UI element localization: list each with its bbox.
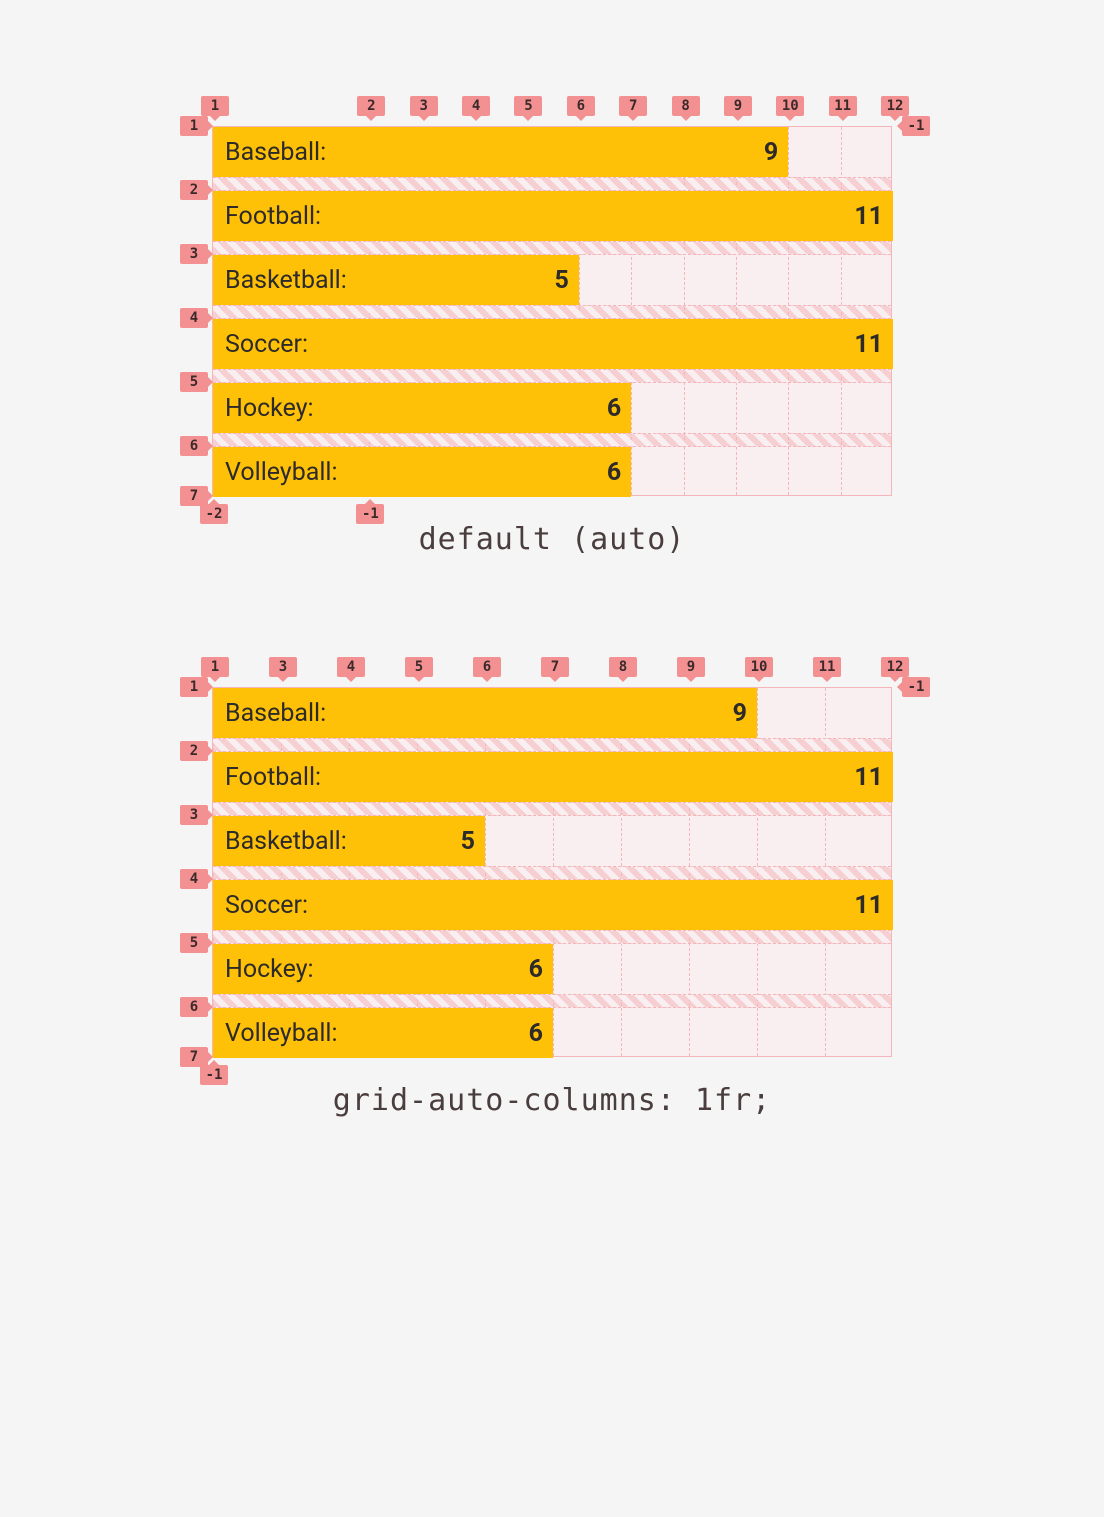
- bar-row: Basketball: 5: [213, 816, 485, 866]
- grid-line-badge: 1: [180, 677, 208, 697]
- grid-line-badge: 7: [180, 486, 208, 506]
- grid-row-gap: [213, 369, 891, 383]
- grid-line-badge: 5: [180, 933, 208, 953]
- grid-line-badge: 12: [881, 96, 909, 116]
- bar-label: Basketball:: [225, 266, 347, 295]
- grid-line-badge: 6: [473, 657, 501, 677]
- grid-line-badge: 1: [201, 96, 229, 116]
- bar-row: Soccer: 11: [213, 880, 893, 930]
- grid-line-badge: 4: [180, 869, 208, 889]
- grid-line-badge: 3: [410, 96, 438, 116]
- bar-label: Hockey:: [225, 394, 314, 423]
- bar-value: 5: [461, 827, 475, 856]
- grid-line-badge: -1: [200, 1065, 228, 1085]
- grid-line-badge: 9: [677, 657, 705, 677]
- bar-row: Basketball: 5: [213, 255, 579, 305]
- grid-line-badge: 3: [180, 244, 208, 264]
- bar-label: Hockey:: [225, 955, 314, 984]
- grid-line-badge: -1: [902, 677, 930, 697]
- grid-line-badge: 1: [180, 116, 208, 136]
- bar-value: 6: [529, 955, 543, 984]
- grid-line-badge: -2: [200, 504, 228, 524]
- bar-row: Hockey: 6: [213, 383, 631, 433]
- grid-row-gap: [213, 433, 891, 447]
- grid-line-badge: 2: [180, 741, 208, 761]
- bar-label: Volleyball:: [225, 458, 338, 487]
- grid-line-badge: 5: [405, 657, 433, 677]
- diagram-1fr: Baseball: 9 Football: 11 Basketball: 5 Soccer:…: [212, 687, 892, 1057]
- caption-default-auto: default (auto): [0, 522, 1104, 557]
- diagram-default-auto: Baseball: 9 Football: 11 Basketball: 5 Soccer:…: [212, 126, 892, 496]
- grid-line-badge: 9: [724, 96, 752, 116]
- grid-line-badge: 7: [180, 1047, 208, 1067]
- bar-value: 9: [733, 699, 747, 728]
- bar-row: Volleyball: 6: [213, 1008, 553, 1058]
- bar-row: Football: 11: [213, 752, 893, 802]
- grid-line-badge: 1: [201, 657, 229, 677]
- grid-line-badge: 6: [180, 997, 208, 1017]
- bar-row: Football: 11: [213, 191, 893, 241]
- grid-row-gap: [213, 305, 891, 319]
- grid-row-gap: [213, 930, 891, 944]
- bar-value: 11: [854, 763, 883, 792]
- bar-label: Soccer:: [225, 330, 308, 359]
- grid-line-badge: 6: [567, 96, 595, 116]
- bar-label: Volleyball:: [225, 1019, 338, 1048]
- grid-line-badge: 11: [829, 96, 857, 116]
- grid-line-badge: -1: [902, 116, 930, 136]
- grid-row-gap: [213, 802, 891, 816]
- bar-label: Baseball:: [225, 138, 326, 167]
- grid-line-badge: 4: [180, 308, 208, 328]
- grid-line-badge: 3: [269, 657, 297, 677]
- caption-1fr: grid-auto-columns: 1fr;: [0, 1083, 1104, 1118]
- grid-row-gap: [213, 241, 891, 255]
- bar-label: Soccer:: [225, 891, 308, 920]
- grid-line-badge: 8: [672, 96, 700, 116]
- bar-value: 9: [764, 138, 778, 167]
- bar-row: Baseball: 9: [213, 688, 757, 738]
- bar-row: Soccer: 11: [213, 319, 893, 369]
- grid-line-badge: -1: [356, 504, 384, 524]
- bar-label: Football:: [225, 202, 321, 231]
- bar-label: Baseball:: [225, 699, 326, 728]
- grid-line-badge: 2: [180, 180, 208, 200]
- grid-line-badge: 11: [813, 657, 841, 677]
- bar-label: Basketball:: [225, 827, 347, 856]
- grid-line-badge: 8: [609, 657, 637, 677]
- grid-line-badge: 7: [541, 657, 569, 677]
- bar-value: 5: [554, 266, 568, 295]
- grid-line-badge: 7: [619, 96, 647, 116]
- bar-row: Hockey: 6: [213, 944, 553, 994]
- grid-row-gap: [213, 177, 891, 191]
- grid-line-badge: 4: [337, 657, 365, 677]
- grid-line-badge: 10: [776, 96, 804, 116]
- bar-row: Baseball: 9: [213, 127, 788, 177]
- grid-line-badge: 2: [357, 96, 385, 116]
- grid-row-gap: [213, 738, 891, 752]
- grid-line-badge: 6: [180, 436, 208, 456]
- grid-area: Baseball: 9 Football: 11 Basketball: 5 Soccer:…: [212, 687, 892, 1057]
- bar-value: 11: [854, 202, 883, 231]
- grid-row-gap: [213, 866, 891, 880]
- bar-label: Football:: [225, 763, 321, 792]
- bar-value: 6: [607, 394, 621, 423]
- bar-row: Volleyball: 6: [213, 447, 631, 497]
- grid-line-badge: 4: [462, 96, 490, 116]
- grid-line-badge: 5: [180, 372, 208, 392]
- bar-value: 6: [607, 458, 621, 487]
- grid-line-badge: 12: [881, 657, 909, 677]
- grid-area: Baseball: 9 Football: 11 Basketball: 5 Soccer:…: [212, 126, 892, 496]
- grid-line-badge: 3: [180, 805, 208, 825]
- grid-line-badge: 5: [514, 96, 542, 116]
- grid-line-badge: 10: [745, 657, 773, 677]
- bar-value: 11: [854, 330, 883, 359]
- grid-row-gap: [213, 994, 891, 1008]
- bar-value: 6: [529, 1019, 543, 1048]
- bar-value: 11: [854, 891, 883, 920]
